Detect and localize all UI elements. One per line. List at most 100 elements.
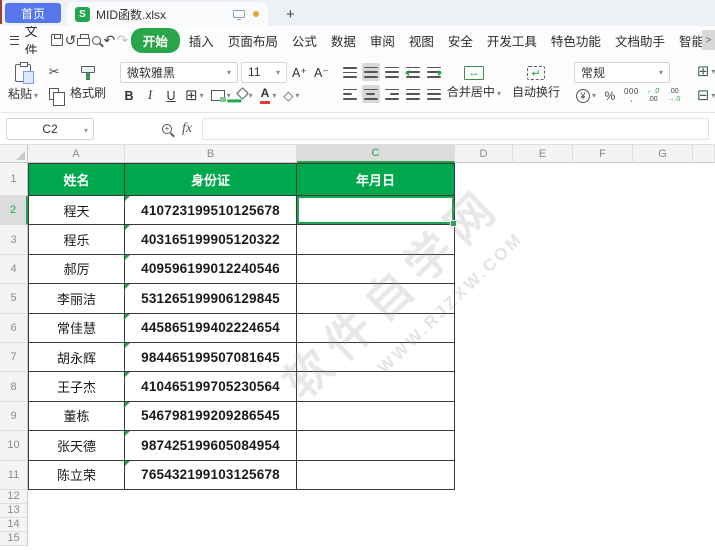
cell-b1[interactable]: 身份证 [125, 163, 297, 196]
cell-a11[interactable]: 陈立荣 [28, 461, 125, 490]
cell-c10[interactable] [297, 431, 455, 460]
cell-b9[interactable]: 546798199209286545 [125, 402, 297, 431]
row-header-6[interactable]: 6 [0, 314, 28, 343]
cell-a3[interactable]: 程乐 [28, 225, 125, 254]
row-header-8[interactable]: 8 [0, 372, 28, 401]
empty-cells-region[interactable] [455, 255, 715, 284]
save-button[interactable] [51, 29, 64, 51]
increase-decimal-button[interactable] [644, 87, 662, 105]
row-header-13[interactable]: 13 [0, 504, 28, 518]
cell-a8[interactable]: 王子杰 [28, 372, 125, 401]
col-header-c[interactable]: C [297, 145, 455, 163]
cut-button[interactable]: ✂ [45, 63, 63, 81]
distribute-button[interactable] [425, 85, 443, 103]
paste-button[interactable]: 粘贴 [4, 62, 42, 104]
font-name-select[interactable]: 微软雅黑 [120, 62, 238, 83]
row-header-11[interactable]: 11 [0, 461, 28, 490]
decrease-decimal-button[interactable] [665, 87, 683, 105]
empty-cells-region[interactable] [455, 431, 715, 460]
align-bottom-button[interactable] [383, 63, 401, 81]
percent-button[interactable] [601, 87, 619, 105]
col-header-extra[interactable] [693, 145, 715, 163]
cell-c8[interactable] [297, 372, 455, 401]
home-button[interactable]: 首页 [5, 3, 61, 23]
empty-cells-region[interactable] [455, 461, 715, 490]
tab-home[interactable]: 开始 [131, 28, 180, 53]
tab-formulas[interactable]: 公式 [285, 28, 324, 53]
export-button[interactable]: ↺ [64, 29, 77, 51]
empty-cells-region[interactable] [455, 402, 715, 431]
bold-button[interactable]: B [120, 87, 138, 105]
empty-cells-region[interactable] [455, 225, 715, 254]
row-header-9[interactable]: 9 [0, 402, 28, 431]
cell-b4[interactable]: 409596199012240546 [125, 255, 297, 284]
cell-a4[interactable]: 郝厉 [28, 255, 125, 284]
increase-indent-button[interactable] [425, 63, 443, 81]
empty-cells-region[interactable] [455, 314, 715, 343]
col-header-f[interactable]: F [573, 145, 633, 163]
eraser-button[interactable]: ◇ [281, 87, 301, 105]
font-size-select[interactable]: 11 [241, 62, 287, 83]
cell-c1[interactable]: 年月日 [297, 163, 455, 196]
cell-a10[interactable]: 张天德 [28, 431, 125, 460]
fill-color-button[interactable] [236, 87, 255, 105]
insert-function-button[interactable]: fx [182, 121, 192, 137]
cell-a1[interactable]: 姓名 [28, 163, 125, 196]
row-header-10[interactable]: 10 [0, 431, 28, 460]
cell-c6[interactable] [297, 314, 455, 343]
cell-c3[interactable] [297, 225, 455, 254]
empty-cells-region[interactable] [455, 343, 715, 372]
tab-page-layout[interactable]: 页面布局 [221, 28, 285, 53]
row-header-1[interactable]: 1 [0, 163, 28, 196]
cell-b7[interactable]: 984465199507081645 [125, 343, 297, 372]
cell-b11[interactable]: 765432199103125678 [125, 461, 297, 490]
document-tab[interactable]: S MID函数.xlsx [66, 2, 268, 26]
empty-cells-region[interactable] [455, 372, 715, 401]
cell-b2[interactable]: 410723199510125678 [125, 196, 297, 225]
cell-b10[interactable]: 987425199605084954 [125, 431, 297, 460]
format-table-button[interactable]: ⊟ [695, 86, 715, 104]
row-header-3[interactable]: 3 [0, 225, 28, 254]
font-color-button[interactable] [258, 87, 279, 105]
underline-button[interactable]: U [162, 87, 180, 105]
new-tab-button[interactable]: + [286, 7, 295, 22]
col-header-e[interactable]: E [513, 145, 573, 163]
row-header-14[interactable]: 14 [0, 518, 28, 532]
print-preview-button[interactable] [90, 29, 103, 51]
redo-button[interactable]: ↷ [116, 29, 129, 51]
name-box[interactable]: C2 [6, 118, 94, 140]
cell-b8[interactable]: 410465199705230564 [125, 372, 297, 401]
cell-a2[interactable]: 程天 [28, 196, 125, 225]
col-header-a[interactable]: A [28, 145, 125, 163]
row-header-7[interactable]: 7 [0, 343, 28, 372]
align-left-button[interactable] [341, 85, 359, 103]
tab-insert[interactable]: 插入 [182, 28, 221, 53]
decrease-indent-button[interactable] [404, 63, 422, 81]
row-header-15[interactable]: 15 [0, 532, 28, 546]
row-header-12[interactable]: 12 [0, 490, 28, 504]
cell-a5[interactable]: 李丽洁 [28, 284, 125, 313]
decrease-font-button[interactable]: A⁻ [312, 63, 331, 81]
increase-font-button[interactable]: A⁺ [290, 63, 309, 81]
zoom-magnifier-icon[interactable] [162, 124, 172, 134]
cell-c9[interactable] [297, 402, 455, 431]
tab-view[interactable]: 视图 [402, 28, 441, 53]
tab-data[interactable]: 数据 [324, 28, 363, 53]
formula-input[interactable] [202, 118, 709, 140]
cell-b3[interactable]: 403165199905120322 [125, 225, 297, 254]
empty-cells-region[interactable] [455, 196, 715, 225]
tab-developer[interactable]: 开发工具 [480, 28, 544, 53]
tab-security[interactable]: 安全 [441, 28, 480, 53]
currency-button[interactable] [574, 87, 598, 105]
format-painter-button[interactable]: 格式刷 [66, 64, 110, 103]
empty-cells-region[interactable] [28, 518, 715, 532]
insert-cells-button[interactable]: ⊞ [695, 62, 715, 80]
cell-a7[interactable]: 胡永辉 [28, 343, 125, 372]
tab-doc-assistant[interactable]: 文档助手 [608, 28, 672, 53]
cell-c11[interactable] [297, 461, 455, 490]
tab-special-features[interactable]: 特色功能 [544, 28, 608, 53]
print-button[interactable] [77, 29, 90, 51]
cell-c5[interactable] [297, 284, 455, 313]
undo-button[interactable]: ↶ [103, 29, 116, 51]
borders-button[interactable]: ⊞ [183, 87, 206, 105]
